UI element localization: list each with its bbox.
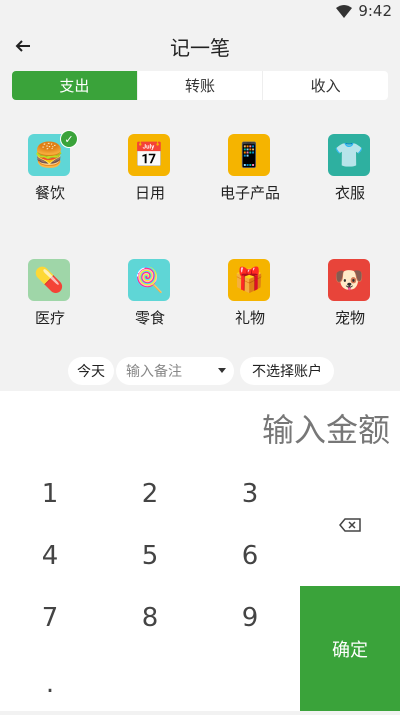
amount-display[interactable]: 输入金额 [262,405,390,451]
category-clothes[interactable]: 👕 衣服 [300,130,400,210]
calendar-icon: 📅 [128,134,170,176]
header: 记一笔 [0,24,400,66]
category-electronics[interactable]: 📱 电子产品 [200,130,300,210]
keypad: 输入金额 1 2 3 4 5 6 7 8 9 . 确定 [0,391,400,711]
account-button[interactable]: 不选择账户 [240,357,334,385]
dropdown-arrow-icon[interactable] [218,368,226,373]
wifi-icon [336,5,352,18]
category-label: 礼物 [234,309,265,327]
key-4[interactable]: 4 [0,525,100,587]
key-6[interactable]: 6 [200,525,300,587]
category-label: 电子产品 [219,184,280,202]
category-gift[interactable]: 🎁 礼物 [200,255,300,335]
check-icon: ✓ [60,130,78,148]
type-tabs: 支出 转账 收入 [12,71,388,100]
backspace-icon [339,518,361,532]
key-2[interactable]: 2 [100,463,200,525]
category-snacks[interactable]: 🍭 零食 [100,255,200,335]
pills-icon: 💊 [28,259,70,301]
category-label: 零食 [134,309,165,327]
category-daily[interactable]: 📅 日用 [100,130,200,210]
category-row: 🍔 ✓ 餐饮 📅 日用 📱 电子产品 👕 衣服 [0,130,400,210]
key-7[interactable]: 7 [0,587,100,649]
category-pet[interactable]: 🐶 宠物 [300,255,400,335]
phone-icon: 📱 [228,134,270,176]
tab-expense[interactable]: 支出 [12,71,137,100]
key-9[interactable]: 9 [200,587,300,649]
delete-button[interactable] [300,494,400,556]
shirt-icon: 👕 [328,134,370,176]
category-label: 衣服 [334,184,365,202]
note-input[interactable]: 输入备注 [116,357,234,385]
key-8[interactable]: 8 [100,587,200,649]
page-title: 记一笔 [170,36,230,60]
key-dot[interactable]: . [25,653,75,715]
category-label: 医疗 [34,309,65,327]
lollipop-icon: 🍭 [128,259,170,301]
key-5[interactable]: 5 [100,525,200,587]
category-row: 💊 医疗 🍭 零食 🎁 礼物 🐶 宠物 [0,255,400,335]
status-bar: 9:42 [0,0,400,24]
status-time: 9:42 [358,2,392,20]
key-3[interactable]: 3 [200,463,300,525]
dog-icon: 🐶 [328,259,370,301]
key-1[interactable]: 1 [0,463,100,525]
category-label: 宠物 [334,309,365,327]
tab-income[interactable]: 收入 [262,71,388,100]
gift-icon: 🎁 [228,259,270,301]
date-button[interactable]: 今天 [68,357,114,385]
note-placeholder: 输入备注 [126,364,182,380]
entry-options: 今天 输入备注 不选择账户 [0,357,400,385]
category-dining[interactable]: 🍔 ✓ 餐饮 [0,130,100,210]
tab-transfer[interactable]: 转账 [136,71,263,100]
confirm-button[interactable]: 确定 [300,586,400,711]
category-medical[interactable]: 💊 医疗 [0,255,100,335]
category-label: 日用 [134,184,165,202]
category-label: 餐饮 [34,184,65,202]
